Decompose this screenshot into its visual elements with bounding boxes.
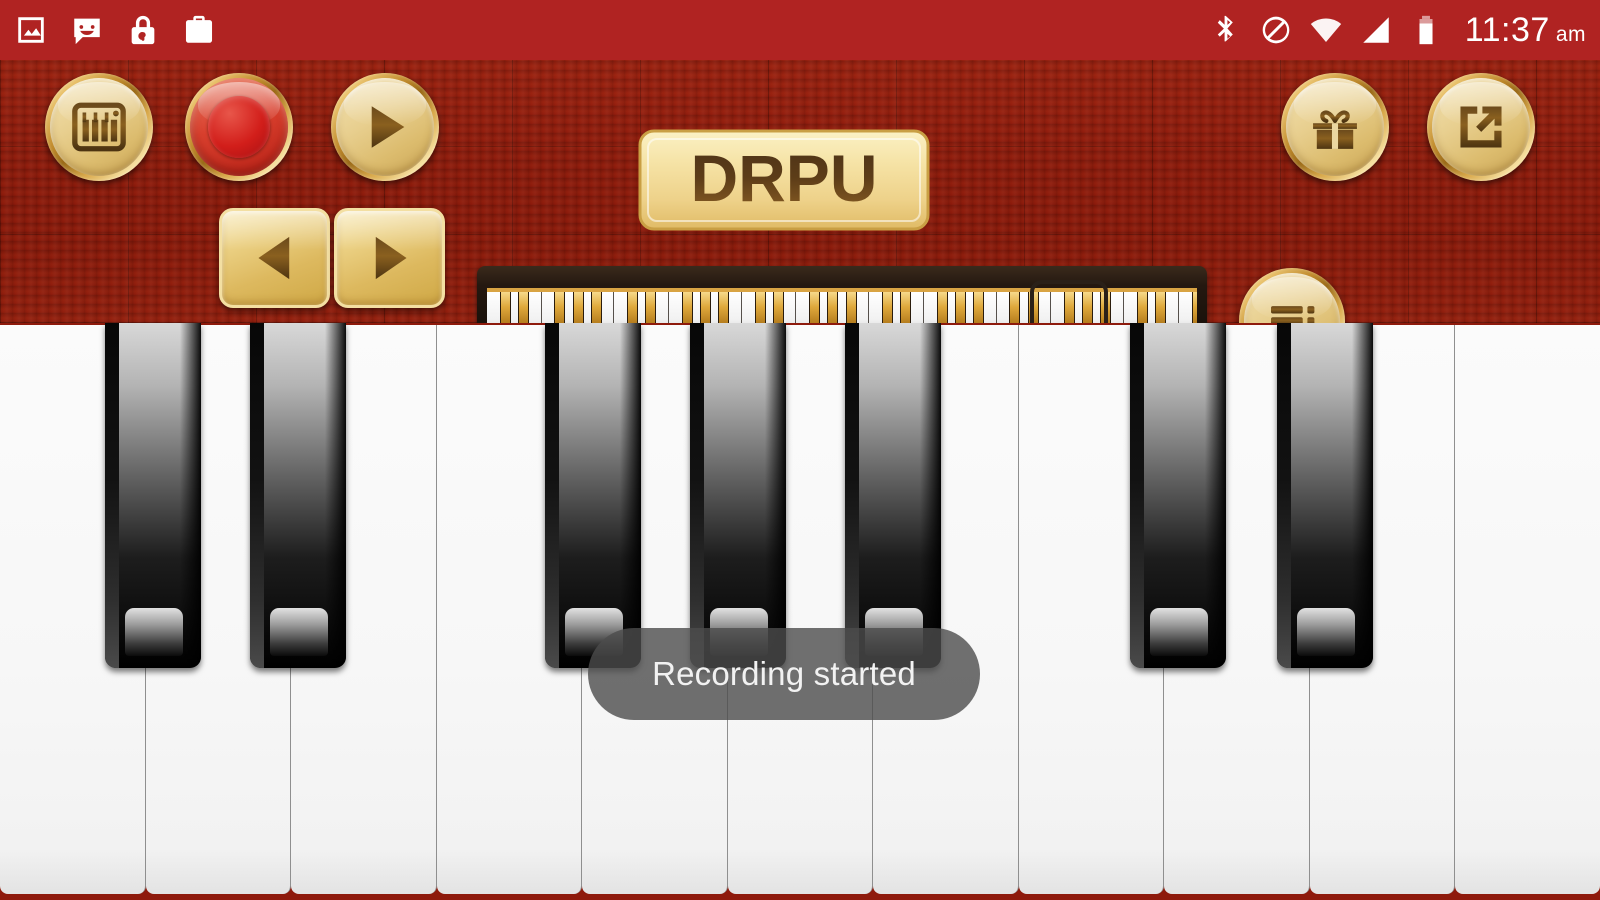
piano-black-key-pad: [125, 608, 183, 656]
control-panel: DRPU: [0, 60, 1600, 323]
status-bar-right-icons: 11:37 am: [1209, 11, 1586, 50]
image-icon: [14, 13, 48, 47]
piano-keys-icon: [72, 102, 126, 152]
overview-black-key: [1136, 292, 1148, 323]
overview-black-key: [499, 292, 511, 323]
piano-black-key[interactable]: [845, 323, 941, 668]
overview-black-key: [882, 292, 893, 323]
piano-black-key[interactable]: [1130, 323, 1226, 668]
status-clock: 11:37 am: [1465, 11, 1586, 50]
overview-black-key: [973, 292, 985, 323]
toast-message: Recording started: [652, 655, 916, 692]
instruments-button[interactable]: [45, 73, 153, 181]
app-logo-text: DRPU: [690, 141, 877, 215]
arrow-left-icon: [257, 236, 289, 280]
overview-black-key: [845, 292, 857, 323]
overview-black-key: [809, 292, 821, 323]
do-not-disturb-icon: [1259, 13, 1293, 47]
menu-button[interactable]: [1239, 268, 1345, 323]
lock-icon: [126, 13, 160, 47]
overview-black-key: [627, 292, 639, 323]
piano-keyboard[interactable]: [0, 323, 1600, 900]
overview-black-key: [718, 292, 730, 323]
overview-black-key: [1155, 292, 1167, 323]
black-keys-row: [0, 323, 1600, 668]
piano-black-key-pad: [270, 608, 328, 656]
share-button[interactable]: [1427, 73, 1535, 181]
work-briefcase-check-icon: [182, 13, 216, 47]
overview-black-key: [572, 292, 584, 323]
piano-black-key[interactable]: [105, 323, 201, 668]
message-smiley-icon: [70, 13, 104, 47]
gift-box-icon: [1313, 110, 1357, 149]
overview-black-key: [681, 292, 693, 323]
piano-black-key[interactable]: [1277, 323, 1373, 668]
play-button[interactable]: [331, 73, 439, 181]
clock-time: 11:37: [1464, 10, 1550, 49]
overview-black-key: [772, 292, 784, 323]
overview-black-key: [554, 292, 566, 323]
hamburger-menu-icon: [1271, 306, 1315, 323]
overview-black-key: [517, 292, 529, 323]
overview-black-key: [827, 292, 839, 323]
play-triangle-icon: [371, 106, 405, 148]
arrow-right-icon: [375, 236, 407, 280]
overview-black-key: [936, 292, 948, 323]
overview-black-key: [900, 292, 912, 323]
gift-button[interactable]: [1281, 73, 1389, 181]
bluetooth-icon: [1209, 13, 1243, 47]
piano-black-key-pad: [1297, 608, 1355, 656]
external-link-icon: [1460, 106, 1502, 148]
piano-black-key[interactable]: [690, 323, 786, 668]
keyboard-overview-viewport[interactable]: [1030, 280, 1108, 323]
previous-octave-button[interactable]: [219, 208, 330, 308]
app-logo: DRPU: [637, 128, 931, 232]
status-bar-left-icons: [14, 13, 216, 47]
octave-nav-group: [219, 208, 445, 308]
overview-black-key: [1009, 292, 1021, 323]
next-octave-button[interactable]: [334, 208, 445, 308]
overview-black-key: [754, 292, 766, 323]
overview-black-key: [590, 292, 602, 323]
overview-black-key: [1191, 292, 1197, 323]
wifi-icon: [1309, 13, 1343, 47]
clock-ampm: am: [1555, 22, 1586, 46]
cellular-signal-icon: [1359, 13, 1393, 47]
keyboard-overview-strip[interactable]: [477, 266, 1207, 323]
record-dot-icon: [207, 95, 271, 159]
battery-icon: [1409, 13, 1443, 47]
status-bar: 11:37 am: [0, 0, 1600, 60]
overview-black-key: [645, 292, 657, 323]
piano-black-key[interactable]: [250, 323, 346, 668]
overview-black-key: [699, 292, 711, 323]
piano-black-key[interactable]: [545, 323, 641, 668]
piano-black-key-pad: [1150, 608, 1208, 656]
overview-black-key: [954, 292, 966, 323]
toast-notification: Recording started: [588, 628, 980, 720]
record-button[interactable]: [185, 73, 293, 181]
